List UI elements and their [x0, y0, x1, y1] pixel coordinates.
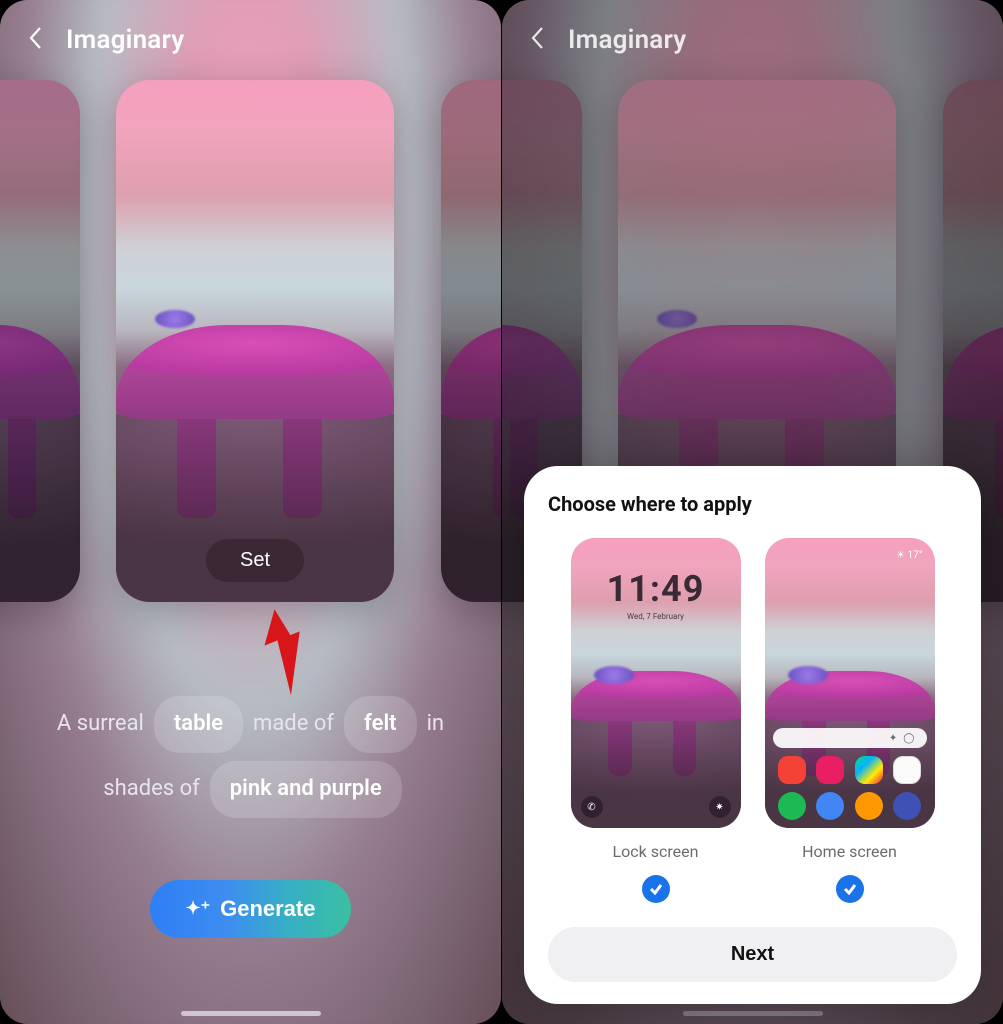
wallpaper-card-prev[interactable]	[0, 80, 80, 602]
prompt-word: shades of	[99, 761, 204, 818]
mic-icon: ✦	[889, 733, 897, 744]
header: Imaginary	[502, 0, 1003, 66]
lock-screen-checkbox[interactable]	[642, 875, 670, 903]
lock-time: 11:49	[571, 568, 741, 610]
generate-button[interactable]: ✦⁺ Generate	[150, 880, 352, 938]
weather-widget: ☀ 17°	[896, 550, 922, 561]
prompt-word: in	[423, 696, 449, 753]
search-bar: ✦ ◯	[773, 728, 927, 748]
lock-date: Wed, 7 February	[571, 612, 741, 621]
phone-left: Imaginary Set A surreal	[0, 0, 501, 1024]
preview-lock-screen[interactable]: 11:49 Wed, 7 February ✆ ✷ Lock screen	[571, 538, 741, 903]
app-icon	[778, 792, 806, 820]
preview-row: 11:49 Wed, 7 February ✆ ✷ Lock screen	[548, 538, 957, 903]
back-icon[interactable]	[528, 24, 548, 56]
set-button[interactable]: Set	[206, 539, 304, 582]
back-icon[interactable]	[26, 24, 46, 56]
prompt-word: made of	[249, 696, 338, 753]
apply-sheet: Choose where to apply 11:49 Wed, 7 Febru…	[524, 466, 981, 1004]
page-title: Imaginary	[568, 25, 686, 55]
preview-home-screen[interactable]: ☀ 17° ✦ ◯	[765, 538, 935, 903]
header: Imaginary	[0, 0, 501, 66]
wallpaper-carousel[interactable]: Set	[0, 70, 501, 610]
app-icon	[893, 792, 921, 820]
app-icon	[816, 756, 844, 784]
lock-screen-preview: 11:49 Wed, 7 February ✆ ✷	[571, 538, 741, 828]
wallpaper-card-next[interactable]	[441, 80, 501, 602]
lens-icon: ◯	[903, 733, 914, 744]
wallpaper-card-current[interactable]: Set	[116, 80, 394, 602]
lock-clock: 11:49 Wed, 7 February	[571, 568, 741, 621]
lock-screen-label: Lock screen	[613, 842, 699, 861]
page-title: Imaginary	[66, 25, 184, 55]
prompt-word: A surreal	[53, 696, 148, 753]
app-icon	[893, 756, 921, 784]
app-icon	[855, 756, 883, 784]
generate-label: Generate	[220, 896, 315, 922]
home-screen-preview: ☀ 17° ✦ ◯	[765, 538, 935, 828]
app-icon	[816, 792, 844, 820]
home-screen-label: Home screen	[802, 842, 897, 861]
prompt-text: A surreal table made of felt in shades o…	[0, 696, 501, 818]
camera-icon: ✷	[709, 796, 731, 818]
prompt-chip-color[interactable]: pink and purple	[210, 761, 402, 818]
phone-right: Imaginary Choose where to apply	[502, 0, 1003, 1024]
prompt-chip-subject[interactable]: table	[154, 696, 243, 753]
home-indicator[interactable]	[181, 1011, 321, 1016]
sparkle-icon: ✦⁺	[186, 898, 211, 919]
prompt-chip-material[interactable]: felt	[344, 696, 417, 753]
phone-icon: ✆	[581, 796, 603, 818]
next-button[interactable]: Next	[548, 927, 957, 982]
app-icon	[778, 756, 806, 784]
home-screen-checkbox[interactable]	[836, 875, 864, 903]
app-icon	[855, 792, 883, 820]
home-dock: ✦ ◯	[773, 728, 927, 820]
sheet-title: Choose where to apply	[548, 492, 957, 516]
